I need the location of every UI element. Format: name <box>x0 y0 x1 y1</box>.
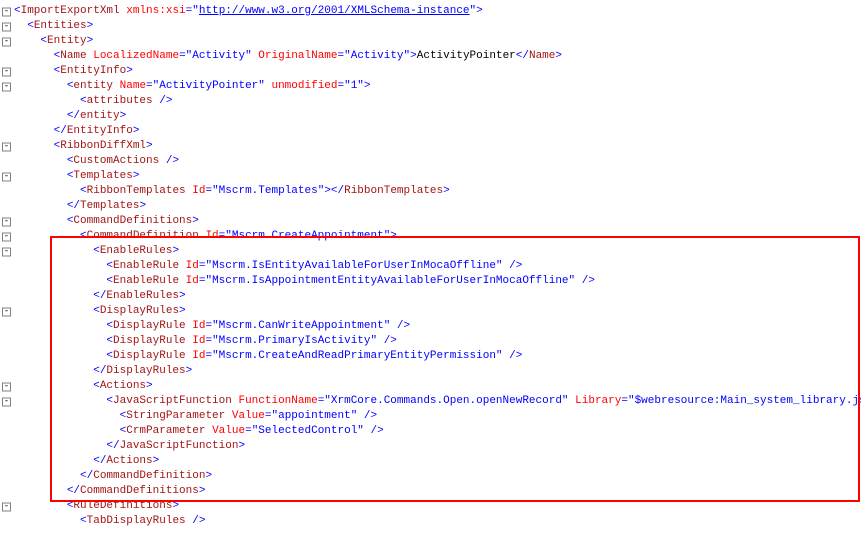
code-line: - <Actions> <box>0 379 861 394</box>
fold-toggle-icon[interactable]: - <box>2 37 11 46</box>
code-line: </Actions> <box>0 454 861 469</box>
fold-toggle-icon[interactable]: - <box>2 247 11 256</box>
code-line: </EnableRules> <box>0 289 861 304</box>
fold-toggle-icon[interactable]: - <box>2 22 11 31</box>
code-line: <DisplayRule Id="Mscrm.CreateAndReadPrim… <box>0 349 861 364</box>
code-line: - <DisplayRules> <box>0 304 861 319</box>
code-line: <EnableRule Id="Mscrm.IsEntityAvailableF… <box>0 259 861 274</box>
code-line: - <Entities> <box>0 19 861 34</box>
code-line: - <Templates> <box>0 169 861 184</box>
fold-toggle-icon[interactable]: - <box>2 172 11 181</box>
code-line: <CustomActions /> <box>0 154 861 169</box>
fold-toggle-icon[interactable]: - <box>2 67 11 76</box>
code-line: </EntityInfo> <box>0 124 861 139</box>
fold-toggle-icon[interactable]: - <box>2 232 11 241</box>
code-line: <RibbonTemplates Id="Mscrm.Templates"></… <box>0 184 861 199</box>
code-line: - <EnableRules> <box>0 244 861 259</box>
code-line: - <EntityInfo> <box>0 64 861 79</box>
code-line: </JavaScriptFunction> <box>0 439 861 454</box>
fold-toggle-icon[interactable]: - <box>2 307 11 316</box>
fold-toggle-icon[interactable]: - <box>2 142 11 151</box>
xml-code-view: -<ImportExportXml xmlns:xsi="http://www.… <box>0 0 861 557</box>
code-line: </Templates> <box>0 199 861 214</box>
code-line: - <RuleDefinitions> <box>0 499 861 514</box>
code-line: </CommandDefinitions> <box>0 484 861 499</box>
code-line: <DisplayRule Id="Mscrm.CanWriteAppointme… <box>0 319 861 334</box>
code-line: <TabDisplayRules /> <box>0 514 861 529</box>
code-line: <CrmParameter Value="SelectedControl" /> <box>0 424 861 439</box>
code-line: </entity> <box>0 109 861 124</box>
code-line: - <CommandDefinition Id="Mscrm.CreateApp… <box>0 229 861 244</box>
code-line: - <CommandDefinitions> <box>0 214 861 229</box>
fold-toggle-icon[interactable]: - <box>2 7 11 16</box>
code-line: - <Entity> <box>0 34 861 49</box>
code-line: <StringParameter Value="appointment" /> <box>0 409 861 424</box>
code-line: - <JavaScriptFunction FunctionName="XrmC… <box>0 394 861 409</box>
code-line: </DisplayRules> <box>0 364 861 379</box>
fold-toggle-icon[interactable]: - <box>2 82 11 91</box>
fold-toggle-icon[interactable]: - <box>2 397 11 406</box>
fold-toggle-icon[interactable]: - <box>2 217 11 226</box>
fold-toggle-icon[interactable]: - <box>2 502 11 511</box>
code-line: - <RibbonDiffXml> <box>0 139 861 154</box>
code-line: <attributes /> <box>0 94 861 109</box>
code-line: - <entity Name="ActivityPointer" unmodif… <box>0 79 861 94</box>
code-line: -<ImportExportXml xmlns:xsi="http://www.… <box>0 4 861 19</box>
code-line: <DisplayRule Id="Mscrm.PrimaryIsActivity… <box>0 334 861 349</box>
code-line: <Name LocalizedName="Activity" OriginalN… <box>0 49 861 64</box>
code-line: <EnableRule Id="Mscrm.IsAppointmentEntit… <box>0 274 861 289</box>
fold-toggle-icon[interactable]: - <box>2 382 11 391</box>
code-line: </CommandDefinition> <box>0 469 861 484</box>
